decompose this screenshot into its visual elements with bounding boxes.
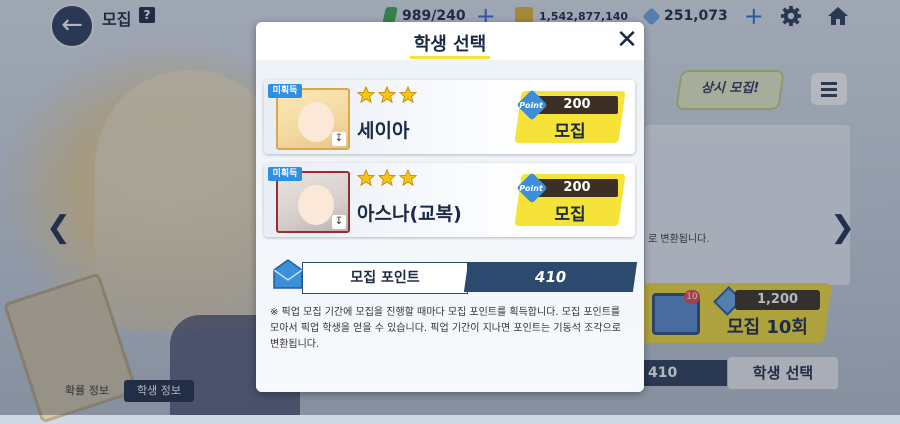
unowned-tag: 미획득 (268, 167, 302, 181)
point-icon (273, 259, 303, 289)
modal-title: 학생 선택 (413, 34, 487, 55)
recruit-cost: 200 (536, 179, 618, 197)
recruit-points-row: 모집 포인트 410 (266, 259, 638, 294)
recruit-cost: 200 (536, 96, 618, 114)
student-select-modal: 학생 선택 ✕ ↧ 미획득 세이아 200 Point 모집 ↧ 미획득 아스나… (256, 22, 644, 392)
recruit-label: 모집 (554, 122, 586, 142)
unowned-tag: 미획득 (268, 84, 302, 98)
download-icon[interactable]: ↧ (332, 215, 346, 229)
star-icon (357, 86, 375, 104)
student-card: ↧ 미획득 세이아 200 Point 모집 (264, 80, 635, 154)
download-icon[interactable]: ↧ (332, 132, 346, 146)
point-icon-label: Point (519, 184, 543, 193)
star-icon (357, 169, 375, 187)
star-icon (399, 86, 417, 104)
student-name: 아스나(교복) (357, 203, 462, 225)
star-rating (357, 86, 417, 104)
notice-text: ※ 픽업 모집 기간에 모집을 진행할 때마다 모집 포인트를 획득합니다. 모… (270, 307, 621, 350)
student-name: 세이아 (357, 120, 410, 142)
star-icon (399, 169, 417, 187)
title-underline (410, 56, 490, 59)
point-icon-label: Point (519, 101, 543, 110)
recruit-points-value: 410 (463, 262, 638, 292)
star-icon (378, 169, 396, 187)
close-icon[interactable]: ✕ (614, 27, 640, 54)
star-rating (357, 169, 417, 187)
student-card: ↧ 미획득 아스나(교복) 200 Point 모집 (264, 163, 635, 237)
recruit-label: 모집 (554, 205, 586, 225)
star-icon (378, 86, 396, 104)
recruit-points-label: 모집 포인트 (302, 262, 468, 294)
